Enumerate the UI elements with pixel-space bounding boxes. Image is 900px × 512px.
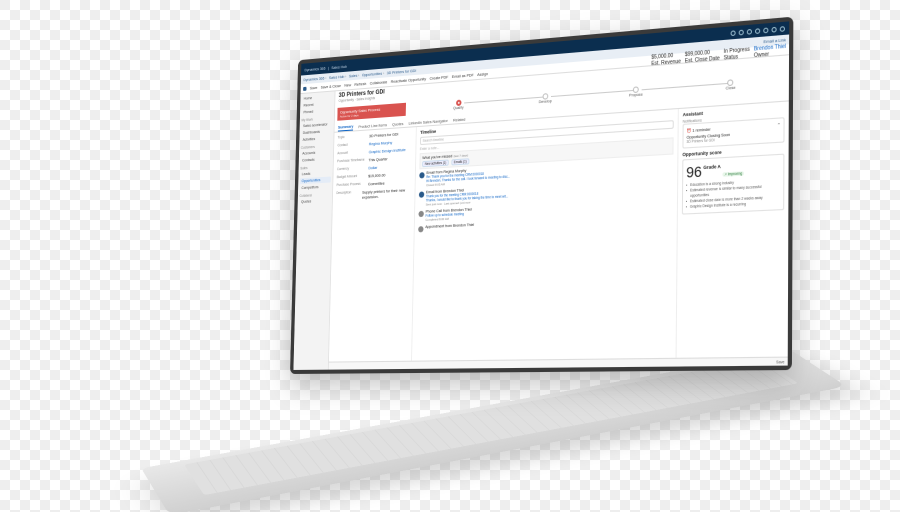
summary-field: DescriptionSupply printers for their new… [336,187,411,201]
appt-icon [418,226,423,232]
breadcrumb-item[interactable]: Dynamics 365 [303,75,327,82]
cmd-reactivate[interactable]: Reactivate Opportunity [391,76,426,84]
form-tab[interactable]: Quotes [392,121,403,128]
app-name[interactable]: Dynamics 365 [304,65,325,72]
save-icon [303,86,306,90]
breadcrumb-item[interactable]: Opportunities [362,70,385,77]
call-icon [418,211,423,217]
cmd-save-close[interactable]: Save & Close [321,83,341,90]
summary-fields-column: Topic3D Printers for GDIContactRegina Mu… [329,127,417,361]
expand-icon[interactable]: ⌃ [777,122,780,128]
breadcrumb-item[interactable]: Sales Hub [329,74,347,80]
cmd-new[interactable]: New [344,82,351,87]
summary-field-value[interactable]: Graphic Design Institute [369,147,406,154]
summary-field-value[interactable]: Regina Murphy [369,140,392,147]
summary-field-value: Committee [368,180,385,186]
bpf-stage[interactable]: Close [686,76,777,94]
summary-field-value: $15,000.00 [368,172,385,178]
cmd-save[interactable]: Save [310,85,318,91]
email-icon [419,172,424,178]
summary-field-value: 3D Printers for GDI [369,131,398,138]
app-window: Dynamics 365 | Sales Hub Dynamics 365 Sa… [293,21,789,370]
sidebar-item[interactable]: Pinned [302,107,333,115]
cmd-email-pdf[interactable]: Email as PDF [452,72,474,79]
sidebar-item[interactable]: Competitors [300,183,331,191]
laptop-base [141,350,846,512]
cmd-assign[interactable]: Assign [477,71,488,77]
summary-field-value: Supply printers for their new expansion. [362,187,411,200]
cmd-refresh[interactable]: Refresh [354,81,366,87]
app-area[interactable]: Sales Hub [331,63,347,69]
score-grade: Grade A [703,164,721,170]
sidebar-item[interactable]: Activities [301,135,332,143]
timeline-filter-pill[interactable]: Emails (1) [451,158,469,165]
bpf-stage[interactable]: Propose [593,83,680,100]
score-value: 96 [686,163,702,181]
laptop-screen-bezel: Dynamics 365 | Sales Hub Dynamics 365 Sa… [290,17,793,374]
summary-field-value: This Quarter [368,156,387,162]
assistant-column: Assistant Notifications ⏰ 1 reminder ⌃ O… [677,101,789,357]
email-icon [419,191,424,197]
cmd-create-pdf[interactable]: Create PDF [430,74,449,81]
opportunity-score-card: 96 Grade A ↗ Improving Education is a st… [682,154,785,215]
add-icon[interactable] [747,28,752,34]
user-avatar-icon[interactable] [780,26,785,32]
help-icon[interactable] [771,26,776,32]
form-tab[interactable]: Related [453,117,465,124]
filter-icon[interactable] [755,28,760,34]
sidebar-item[interactable]: Quotes [299,197,330,205]
breadcrumb-item[interactable]: Sales [349,73,360,79]
settings-icon[interactable] [763,27,768,33]
cmd-collaborate[interactable]: Collaborate [370,79,388,85]
score-trend-chip: ↗ Improving [722,171,744,177]
summary-field-value[interactable]: Dollar [368,165,377,171]
bpf-stage[interactable]: Qualify [419,97,499,113]
laptop-mockup: Dynamics 365 | Sales Hub Dynamics 365 Sa… [40,16,860,496]
form-tab[interactable]: Summary [338,124,354,132]
assistant-icon[interactable] [739,29,744,35]
timeline-filter-pill[interactable]: New activities (1) [422,159,449,167]
sidebar-item[interactable]: Contacts [300,156,331,164]
search-icon[interactable] [731,30,736,36]
footer-save-button[interactable]: Save [776,359,784,364]
timeline-column: Timeline Search timeline Enter a note...… [412,109,679,361]
bpf-stage[interactable]: Develop [504,90,587,107]
